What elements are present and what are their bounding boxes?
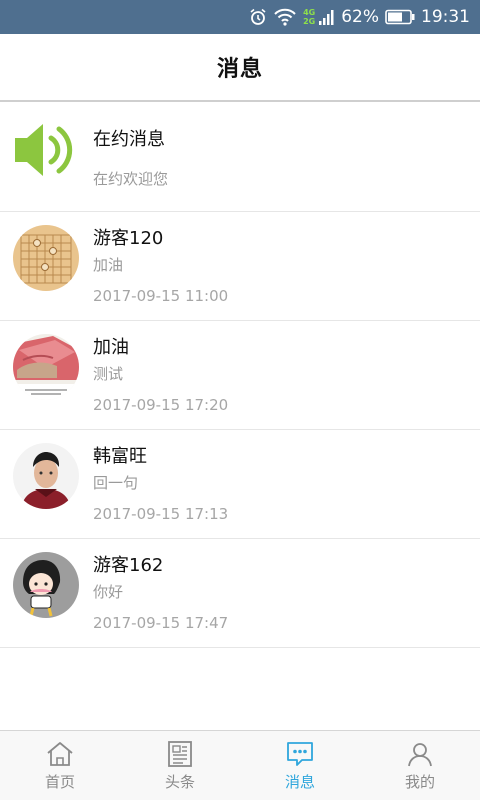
speaker-icon [13,116,79,182]
signal-icon [319,8,335,26]
tab-label: 我的 [404,773,435,791]
message-list: 在约消息 在约欢迎您 游客120 加油 2017-09-15 11:00 加油 … [0,103,480,648]
message-item[interactable]: 游客120 加油 2017-09-15 11:00 [0,212,480,321]
message-item[interactable]: 游客162 你好 2017-09-15 17:47 [0,539,480,648]
cartoon-girl-avatar [13,552,79,618]
message-sender: 游客120 [93,228,164,249]
message-preview: 你好 [93,583,124,601]
network-type: 4G 2G [303,8,315,26]
message-item[interactable]: 韩富旺 回一句 2017-09-15 17:13 [0,430,480,539]
message-preview: 在约欢迎您 [93,170,169,188]
home-icon [45,739,75,769]
message-time: 2017-09-15 11:00 [93,287,229,305]
message-item[interactable]: 加油 测试 2017-09-15 17:20 [0,321,480,430]
message-sender: 加油 [93,337,129,358]
network-4g-label: 4G [303,8,316,17]
message-sender: 游客162 [93,555,164,576]
clock: 19:31 [421,7,470,27]
battery-percent: 62% [341,7,379,27]
message-item-system[interactable]: 在约消息 在约欢迎您 [0,103,480,212]
tab-home[interactable]: 首页 [0,731,120,800]
tab-profile[interactable]: 我的 [360,731,480,800]
news-icon [165,739,195,769]
tab-messages[interactable]: 消息 [240,731,360,800]
message-time: 2017-09-15 17:20 [93,396,229,414]
alarm-icon [249,8,267,26]
battery-icon [385,9,415,25]
page-title: 消息 [216,57,263,82]
message-time: 2017-09-15 17:13 [93,505,229,523]
message-icon [285,739,315,769]
message-time: 2017-09-15 17:47 [93,614,229,632]
message-sender: 韩富旺 [93,446,147,467]
tab-label: 消息 [284,773,315,791]
tab-label: 头条 [164,773,195,791]
money-photo-avatar [13,334,79,400]
wifi-icon [273,8,297,26]
message-preview: 回一句 [93,474,139,492]
message-preview: 测试 [93,365,124,383]
page-header: 消息 [0,34,480,102]
status-bar: 4G 2G 62% 19:31 [0,0,480,34]
bottom-tab-bar: 首页 头条 消息 我的 [0,730,480,800]
tab-label: 首页 [44,773,75,791]
profile-icon [405,739,435,769]
network-2g-label: 2G [303,17,316,26]
message-sender: 在约消息 [93,129,165,150]
chessboard-avatar [13,225,79,291]
message-preview: 加油 [93,256,124,274]
tab-news[interactable]: 头条 [120,731,240,800]
portrait-photo-avatar [13,443,79,509]
